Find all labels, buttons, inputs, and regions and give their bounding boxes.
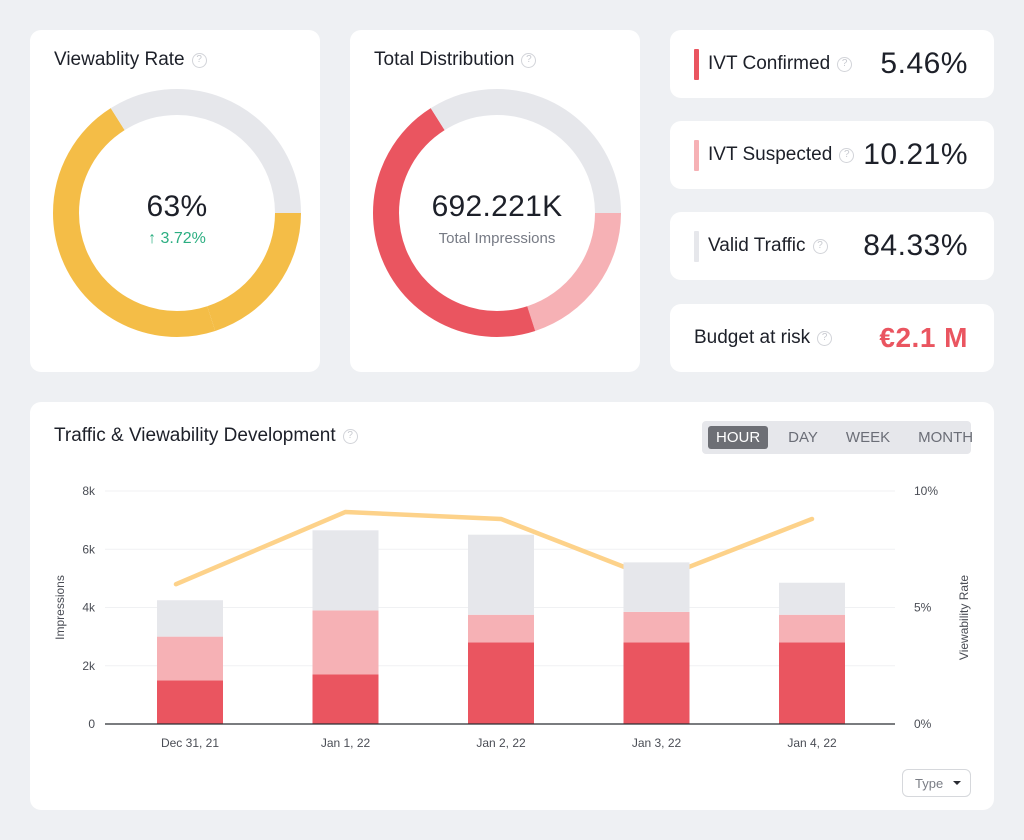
bar-ivt-suspected[interactable] [312, 610, 379, 675]
x-tick-label: Dec 31, 21 [161, 736, 219, 750]
bar-ivt-confirmed[interactable] [623, 642, 690, 724]
bar-ivt-suspected[interactable] [623, 611, 690, 643]
bar-ivt-confirmed[interactable] [157, 680, 223, 724]
bar-ivt-suspected[interactable] [157, 636, 223, 681]
y-right-tick-label: 0% [914, 717, 932, 731]
bar-ivt-confirmed[interactable] [779, 642, 845, 724]
type-select[interactable]: Type [902, 769, 971, 797]
x-tick-label: Jan 4, 22 [787, 736, 837, 750]
x-tick-label: Jan 1, 22 [321, 736, 371, 750]
bar-valid-traffic[interactable] [157, 600, 223, 637]
bar-ivt-suspected[interactable] [468, 614, 534, 643]
x-tick-label: Jan 2, 22 [476, 736, 526, 750]
y-right-tick-label: 5% [914, 601, 932, 615]
bar-ivt-confirmed[interactable] [312, 674, 379, 724]
x-tick-label: Jan 3, 22 [632, 736, 682, 750]
development-chart: 0 2k 4k 6k 8k 0% 5% 10% Impressions Viewability R… [53, 484, 971, 750]
y-right-tick-label: 10% [914, 484, 938, 498]
y-tick-label: 2k [82, 659, 96, 673]
bar-valid-traffic[interactable] [468, 534, 534, 615]
bar-valid-traffic[interactable] [779, 582, 845, 615]
bar-valid-traffic[interactable] [312, 530, 379, 611]
y-tick-label: 0 [88, 717, 95, 731]
y-tick-label: 6k [82, 542, 96, 556]
y-tick-label: 8k [82, 484, 96, 498]
y-right-axis-title: Viewability Rate [957, 575, 971, 660]
bar-ivt-confirmed[interactable] [468, 642, 534, 724]
bar-valid-traffic[interactable] [623, 562, 690, 612]
y-axis-title: Impressions [53, 575, 67, 640]
bar-ivt-suspected[interactable] [779, 614, 845, 643]
y-tick-label: 4k [82, 601, 96, 615]
caret-down-icon [953, 781, 962, 785]
type-select-value: Type [915, 775, 944, 791]
